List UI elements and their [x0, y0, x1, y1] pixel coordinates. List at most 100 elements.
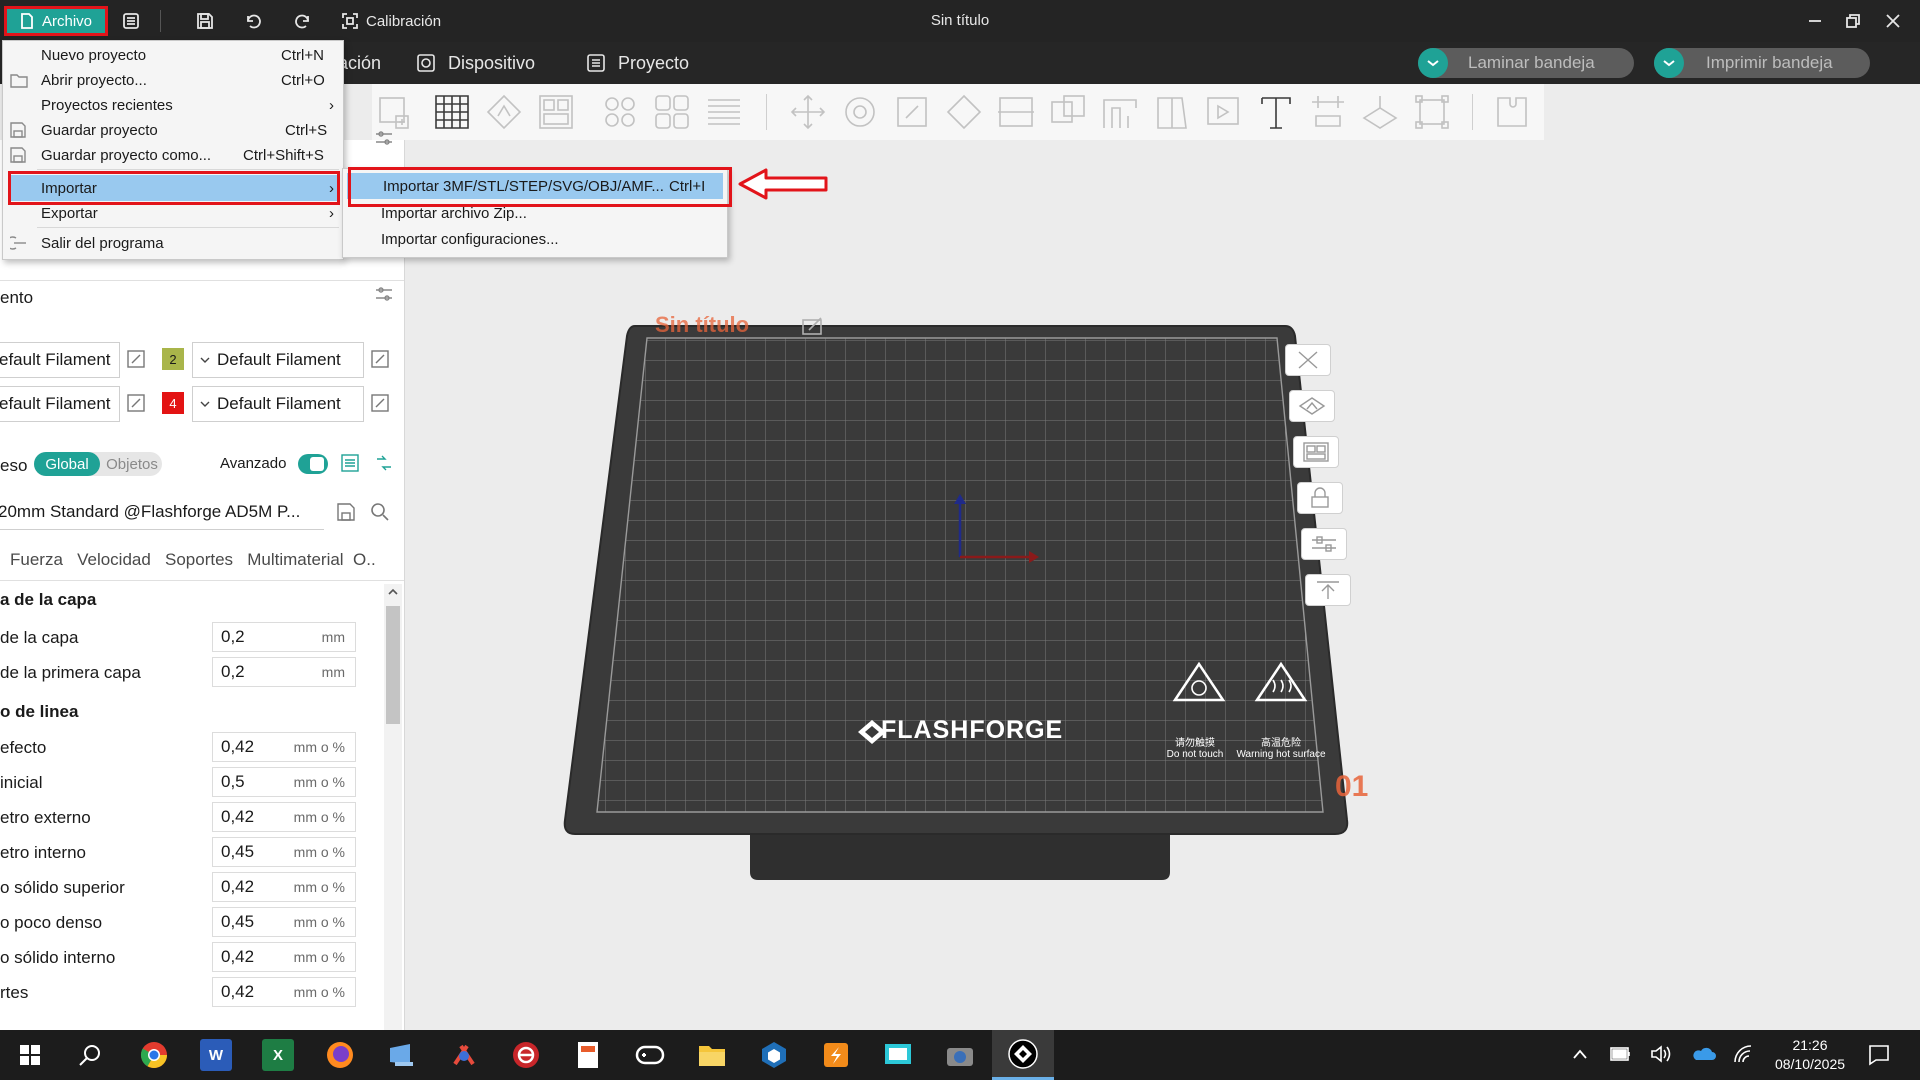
tab-proyecto[interactable]: Proyecto — [586, 42, 689, 84]
search-button[interactable] — [74, 1039, 106, 1071]
archivo-menu-button[interactable]: Archivo — [4, 6, 108, 36]
auto-arrange-icon[interactable] — [536, 92, 576, 132]
word-app[interactable]: W — [200, 1039, 232, 1071]
redo-button[interactable] — [288, 6, 318, 36]
undo-button[interactable] — [238, 6, 268, 36]
layer-height-input[interactable]: 0,2 mm — [212, 622, 356, 652]
seam-paint-icon[interactable] — [1152, 92, 1192, 132]
list-settings-icon[interactable] — [340, 453, 360, 473]
filament-number-2[interactable]: 2 — [162, 348, 184, 370]
support-paint-icon[interactable] — [1100, 92, 1140, 132]
subtab-velocidad[interactable]: Velocidad — [77, 550, 151, 569]
minimize-button[interactable] — [1800, 6, 1830, 36]
battery-icon[interactable] — [1610, 1047, 1632, 1061]
close-button[interactable] — [1878, 6, 1908, 36]
scroll-up-icon[interactable] — [388, 588, 398, 596]
layers-icon[interactable] — [704, 92, 744, 132]
filament-settings-icon[interactable] — [374, 284, 394, 304]
edit-icon[interactable] — [370, 393, 390, 413]
save-button[interactable] — [190, 6, 220, 36]
clock[interactable]: 21:26 08/10/2025 — [1768, 1036, 1852, 1074]
puzzle-icon[interactable] — [1492, 92, 1532, 132]
camera-app[interactable] — [944, 1039, 976, 1071]
subtab-soportes[interactable]: Soportes — [165, 550, 233, 569]
split-objects-icon[interactable] — [600, 92, 640, 132]
screen-app[interactable] — [882, 1039, 914, 1071]
plate-name[interactable]: Sin título — [655, 312, 749, 338]
sketchup-app[interactable] — [758, 1039, 790, 1071]
subtab-fuerza[interactable]: Fuerza — [10, 550, 63, 569]
slicer-app[interactable] — [820, 1039, 852, 1071]
compare-icon[interactable] — [374, 453, 394, 473]
start-button[interactable] — [14, 1039, 46, 1071]
process-profile-select[interactable]: 20mm Standard @Flashforge AD5M P... — [0, 494, 324, 530]
split-parts-icon[interactable] — [652, 92, 692, 132]
imprimir-bandeja-button[interactable]: Imprimir bandeja — [1654, 48, 1870, 78]
line-width-input[interactable]: 0,45 mm o % — [212, 907, 356, 937]
line-width-input[interactable]: 0,5 mm o % — [212, 767, 356, 797]
line-width-input[interactable]: 0,42 mm o % — [212, 802, 356, 832]
lock-plate-button[interactable] — [1297, 482, 1343, 514]
arrange-grid-icon[interactable] — [432, 92, 472, 132]
notifications-icon[interactable] — [1868, 1044, 1890, 1066]
filament-slot-2[interactable]: Default Filament — [192, 342, 364, 378]
measure-icon[interactable] — [1308, 92, 1348, 132]
onedrive-icon[interactable] — [1690, 1046, 1716, 1062]
flashforge-app-active[interactable] — [992, 1030, 1054, 1080]
variable-layer-icon[interactable] — [1412, 92, 1452, 132]
arrange-plate-button[interactable] — [1293, 436, 1339, 468]
rotate-icon[interactable] — [840, 92, 880, 132]
laminar-bandeja-button[interactable]: Laminar bandeja — [1418, 48, 1634, 78]
tab-preparacion[interactable]: ación — [338, 42, 381, 84]
volume-icon[interactable] — [1650, 1044, 1672, 1064]
mesh-boolean-icon[interactable] — [1048, 92, 1088, 132]
menu-item-guardar-proyecto[interactable]: Guardar proyecto Ctrl+S — [3, 118, 343, 142]
edit-icon[interactable] — [370, 349, 390, 369]
save-icon[interactable] — [336, 502, 356, 522]
line-width-input[interactable]: 0,42 mm o % — [212, 732, 356, 762]
subtab-more[interactable]: O.. — [353, 550, 376, 569]
line-width-input[interactable]: 0,42 mm o % — [212, 977, 356, 1007]
red-circle-app[interactable] — [510, 1039, 542, 1071]
filament-slot-1[interactable]: efault Filament — [0, 342, 120, 378]
controller-app[interactable] — [634, 1039, 666, 1071]
subtab-multimaterial[interactable]: Multimaterial — [247, 550, 343, 569]
menu-list-button[interactable] — [116, 6, 146, 36]
move-icon[interactable] — [788, 92, 828, 132]
line-width-input[interactable]: 0,45 mm o % — [212, 837, 356, 867]
excel-app[interactable]: X — [262, 1039, 294, 1071]
menu-item-importar-config[interactable]: Importar configuraciones... — [343, 227, 727, 251]
assembly-icon[interactable] — [1360, 92, 1400, 132]
plate-settings-button[interactable] — [1301, 528, 1347, 560]
objetos-tab[interactable]: Objetos — [102, 452, 162, 476]
menu-item-salir[interactable]: Salir del programa — [3, 231, 343, 255]
orient-plate-button[interactable] — [1289, 390, 1335, 422]
filament-number-4[interactable]: 4 — [162, 392, 184, 414]
remove-plate-button[interactable] — [1285, 344, 1331, 376]
orient-icon[interactable] — [484, 92, 524, 132]
search-icon[interactable] — [370, 502, 390, 522]
filament-slot-3[interactable]: efault Filament — [0, 386, 120, 422]
settings-sliders-icon[interactable] — [374, 128, 394, 148]
tab-dispositivo[interactable]: Dispositivo — [416, 42, 535, 84]
text-tool-icon[interactable] — [1256, 92, 1296, 132]
tool-app[interactable] — [448, 1039, 480, 1071]
chevron-up-icon[interactable] — [1572, 1048, 1588, 1060]
global-tab[interactable]: Global — [34, 452, 100, 476]
move-to-top-button[interactable] — [1305, 574, 1351, 606]
menu-item-nuevo-proyecto[interactable]: Nuevo proyecto Ctrl+N — [3, 43, 343, 67]
first-layer-height-input[interactable]: 0,2 mm — [212, 657, 356, 687]
global-objects-toggle[interactable]: Global Objetos — [34, 452, 162, 476]
wifi-icon[interactable] — [1732, 1044, 1754, 1064]
calibracion-button[interactable]: Calibración — [342, 6, 472, 36]
edit-icon[interactable] — [126, 349, 146, 369]
line-width-input[interactable]: 0,42 mm o % — [212, 942, 356, 972]
notebook-app[interactable] — [572, 1039, 604, 1071]
edit-plate-name-icon[interactable] — [801, 316, 825, 336]
menu-item-guardar-como[interactable]: Guardar proyecto como... Ctrl+Shift+S — [3, 143, 343, 167]
chrome-app[interactable] — [138, 1039, 170, 1071]
avanzado-toggle[interactable] — [298, 454, 328, 474]
edit-icon[interactable] — [126, 393, 146, 413]
scrollbar[interactable] — [384, 584, 402, 1030]
file-explorer-app[interactable] — [696, 1039, 728, 1071]
